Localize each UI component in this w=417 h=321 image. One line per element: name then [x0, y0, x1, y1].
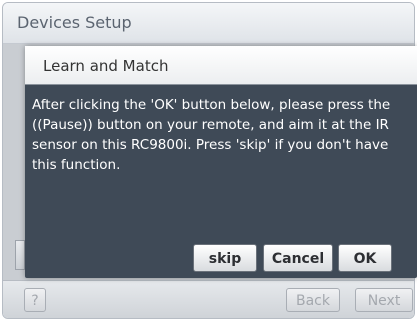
window-footer [3, 280, 414, 318]
window-title: Devices Setup [17, 13, 132, 32]
next-button[interactable]: Next [355, 288, 413, 312]
window-title-bar: Devices Setup [3, 3, 414, 44]
dialog-title: Learn and Match [43, 57, 169, 75]
dialog-title-bar: Learn and Match [25, 46, 417, 85]
back-button[interactable]: Back [286, 288, 340, 312]
help-button[interactable]: ? [24, 288, 46, 312]
background-button-edge [15, 240, 25, 270]
learn-and-match-dialog: Learn and Match After clicking the 'OK' … [25, 46, 417, 278]
ok-button[interactable]: OK [338, 244, 392, 272]
dialog-message: After clicking the 'OK' button below, pl… [32, 97, 391, 173]
screen: Devices Setup ? Back Next Learn and Matc… [0, 0, 417, 321]
skip-button[interactable]: skip [193, 244, 257, 272]
cancel-button[interactable]: Cancel [263, 244, 333, 272]
